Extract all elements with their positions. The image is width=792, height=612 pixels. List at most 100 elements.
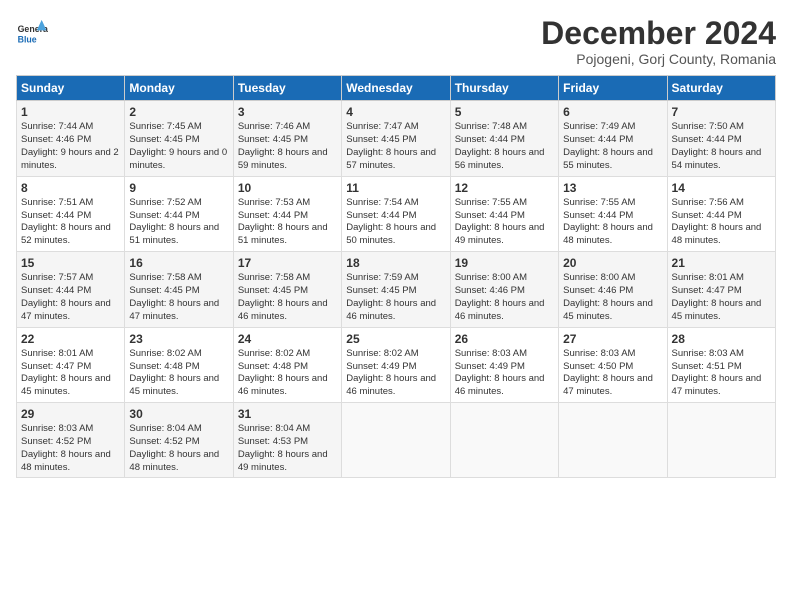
day-number: 18 [346,255,445,271]
day-number: 16 [129,255,228,271]
sunrise-text: Sunrise: 8:00 AM [455,272,554,285]
sunrise-text: Sunrise: 8:02 AM [238,348,337,361]
calendar-week-1: 1Sunrise: 7:44 AMSunset: 4:46 PMDaylight… [17,101,776,176]
sunset-text: Sunset: 4:44 PM [563,134,662,147]
calendar-cell [667,402,775,477]
sunset-text: Sunset: 4:45 PM [346,134,445,147]
daylight-text: Daylight: 8 hours and 57 minutes. [346,147,445,173]
calendar-week-5: 29Sunrise: 8:03 AMSunset: 4:52 PMDayligh… [17,402,776,477]
sunrise-text: Sunrise: 8:01 AM [672,272,771,285]
day-number: 8 [21,180,120,196]
day-number: 19 [455,255,554,271]
daylight-text: Daylight: 8 hours and 45 minutes. [563,298,662,324]
day-number: 12 [455,180,554,196]
calendar-cell: 23Sunrise: 8:02 AMSunset: 4:48 PMDayligh… [125,327,233,402]
daylight-text: Daylight: 8 hours and 47 minutes. [129,298,228,324]
daylight-text: Daylight: 8 hours and 47 minutes. [21,298,120,324]
daylight-text: Daylight: 8 hours and 48 minutes. [563,222,662,248]
sunrise-text: Sunrise: 7:45 AM [129,121,228,134]
calendar-cell: 15Sunrise: 7:57 AMSunset: 4:44 PMDayligh… [17,252,125,327]
day-number: 1 [21,104,120,120]
day-number: 11 [346,180,445,196]
calendar-cell: 28Sunrise: 8:03 AMSunset: 4:51 PMDayligh… [667,327,775,402]
sunset-text: Sunset: 4:46 PM [455,285,554,298]
sunrise-text: Sunrise: 7:49 AM [563,121,662,134]
sunset-text: Sunset: 4:45 PM [238,285,337,298]
calendar-cell: 24Sunrise: 8:02 AMSunset: 4:48 PMDayligh… [233,327,341,402]
sunset-text: Sunset: 4:44 PM [455,210,554,223]
logo: General Blue [16,16,48,48]
sunset-text: Sunset: 4:46 PM [21,134,120,147]
calendar-cell: 8Sunrise: 7:51 AMSunset: 4:44 PMDaylight… [17,176,125,251]
day-number: 30 [129,406,228,422]
sunrise-text: Sunrise: 8:02 AM [129,348,228,361]
sunset-text: Sunset: 4:45 PM [129,134,228,147]
sunset-text: Sunset: 4:52 PM [21,436,120,449]
sunrise-text: Sunrise: 7:58 AM [129,272,228,285]
daylight-text: Daylight: 8 hours and 56 minutes. [455,147,554,173]
calendar-cell: 11Sunrise: 7:54 AMSunset: 4:44 PMDayligh… [342,176,450,251]
calendar-cell: 25Sunrise: 8:02 AMSunset: 4:49 PMDayligh… [342,327,450,402]
header-saturday: Saturday [667,76,775,101]
sunset-text: Sunset: 4:44 PM [672,134,771,147]
sunrise-text: Sunrise: 8:03 AM [455,348,554,361]
sunrise-text: Sunrise: 8:04 AM [129,423,228,436]
daylight-text: Daylight: 8 hours and 48 minutes. [672,222,771,248]
header-friday: Friday [559,76,667,101]
sunset-text: Sunset: 4:49 PM [455,361,554,374]
day-number: 20 [563,255,662,271]
calendar-cell [342,402,450,477]
day-number: 7 [672,104,771,120]
sunrise-text: Sunrise: 8:02 AM [346,348,445,361]
sunrise-text: Sunrise: 8:03 AM [672,348,771,361]
calendar-cell: 7Sunrise: 7:50 AMSunset: 4:44 PMDaylight… [667,101,775,176]
header: General Blue December 2024 Pojogeni, Gor… [16,16,776,67]
daylight-text: Daylight: 8 hours and 49 minutes. [238,449,337,475]
daylight-text: Daylight: 8 hours and 48 minutes. [21,449,120,475]
calendar-week-4: 22Sunrise: 8:01 AMSunset: 4:47 PMDayligh… [17,327,776,402]
sunset-text: Sunset: 4:44 PM [455,134,554,147]
daylight-text: Daylight: 8 hours and 46 minutes. [455,373,554,399]
daylight-text: Daylight: 8 hours and 46 minutes. [238,373,337,399]
daylight-text: Daylight: 8 hours and 45 minutes. [21,373,120,399]
header-row: Sunday Monday Tuesday Wednesday Thursday… [17,76,776,101]
sunrise-text: Sunrise: 7:47 AM [346,121,445,134]
day-number: 17 [238,255,337,271]
sunset-text: Sunset: 4:50 PM [563,361,662,374]
calendar-cell: 4Sunrise: 7:47 AMSunset: 4:45 PMDaylight… [342,101,450,176]
sunset-text: Sunset: 4:48 PM [238,361,337,374]
calendar-cell: 29Sunrise: 8:03 AMSunset: 4:52 PMDayligh… [17,402,125,477]
calendar-week-3: 15Sunrise: 7:57 AMSunset: 4:44 PMDayligh… [17,252,776,327]
sunset-text: Sunset: 4:45 PM [238,134,337,147]
sunset-text: Sunset: 4:44 PM [563,210,662,223]
sunrise-text: Sunrise: 8:03 AM [21,423,120,436]
sunset-text: Sunset: 4:44 PM [346,210,445,223]
sunset-text: Sunset: 4:48 PM [129,361,228,374]
daylight-text: Daylight: 8 hours and 45 minutes. [672,298,771,324]
day-number: 29 [21,406,120,422]
calendar-cell: 13Sunrise: 7:55 AMSunset: 4:44 PMDayligh… [559,176,667,251]
calendar-cell: 6Sunrise: 7:49 AMSunset: 4:44 PMDaylight… [559,101,667,176]
daylight-text: Daylight: 8 hours and 47 minutes. [672,373,771,399]
daylight-text: Daylight: 8 hours and 46 minutes. [346,298,445,324]
sunset-text: Sunset: 4:51 PM [672,361,771,374]
daylight-text: Daylight: 9 hours and 0 minutes. [129,147,228,173]
day-number: 21 [672,255,771,271]
sunrise-text: Sunrise: 7:57 AM [21,272,120,285]
calendar-cell: 22Sunrise: 8:01 AMSunset: 4:47 PMDayligh… [17,327,125,402]
calendar-cell: 19Sunrise: 8:00 AMSunset: 4:46 PMDayligh… [450,252,558,327]
sunset-text: Sunset: 4:45 PM [129,285,228,298]
header-wednesday: Wednesday [342,76,450,101]
sunrise-text: Sunrise: 7:55 AM [563,197,662,210]
daylight-text: Daylight: 8 hours and 51 minutes. [129,222,228,248]
daylight-text: Daylight: 8 hours and 45 minutes. [129,373,228,399]
header-sunday: Sunday [17,76,125,101]
calendar-body: 1Sunrise: 7:44 AMSunset: 4:46 PMDaylight… [17,101,776,478]
day-number: 31 [238,406,337,422]
calendar-cell: 9Sunrise: 7:52 AMSunset: 4:44 PMDaylight… [125,176,233,251]
day-number: 27 [563,331,662,347]
daylight-text: Daylight: 8 hours and 46 minutes. [455,298,554,324]
sunrise-text: Sunrise: 7:54 AM [346,197,445,210]
sunrise-text: Sunrise: 7:48 AM [455,121,554,134]
day-number: 4 [346,104,445,120]
